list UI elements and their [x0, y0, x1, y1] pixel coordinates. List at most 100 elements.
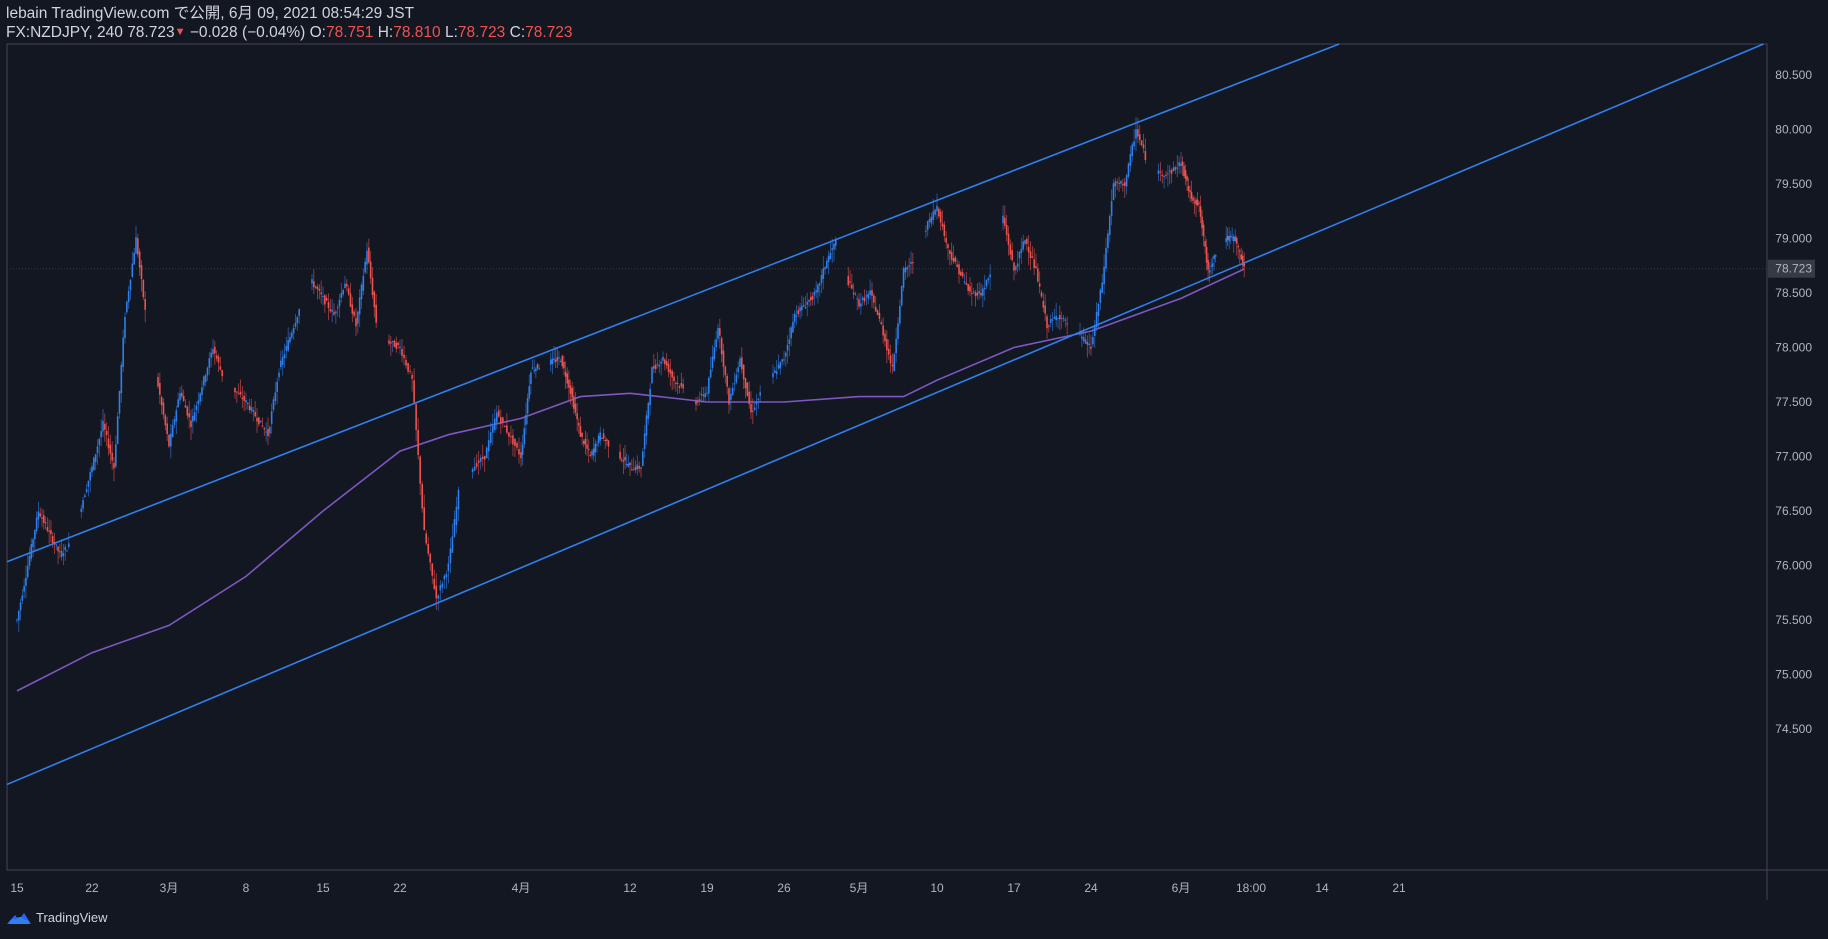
candle-body [439, 585, 442, 591]
candle-body [197, 400, 200, 405]
candle-body [168, 434, 170, 447]
candle-body [1127, 163, 1130, 177]
candle-body [1225, 238, 1227, 243]
price-tick-label: 78.500 [1775, 286, 1812, 300]
candle-body [954, 257, 957, 262]
candle-body [514, 438, 516, 446]
candle-body [278, 372, 280, 378]
candle-body [1138, 134, 1141, 141]
candle-body [750, 403, 752, 413]
candle-body [417, 429, 419, 456]
candle-body [265, 431, 267, 433]
candle-body [1207, 260, 1209, 270]
candle-body [1038, 283, 1041, 287]
candle-body [947, 244, 949, 248]
price-tick-label: 77.500 [1775, 395, 1812, 409]
candle-body [606, 439, 608, 441]
candle-body [1176, 167, 1179, 169]
candle-body [471, 469, 474, 473]
candle-body [162, 402, 165, 415]
candle-body [48, 530, 50, 532]
candle-body [563, 362, 565, 369]
candle-body [658, 364, 661, 367]
candle-body [974, 292, 977, 297]
candle-body [781, 359, 783, 362]
price-tick-label: 77.000 [1775, 450, 1812, 464]
candle-body [318, 288, 321, 291]
candle-body [602, 433, 605, 439]
candle-body [157, 377, 159, 387]
candle-body [269, 426, 271, 434]
candle-body [742, 364, 745, 380]
candle-body [1144, 150, 1147, 161]
candle-body [815, 290, 817, 293]
candle-body [437, 595, 440, 599]
price-tick-label: 79.500 [1775, 177, 1812, 191]
candle-body [1131, 144, 1134, 157]
candle-body [829, 252, 832, 260]
candle-body [809, 297, 812, 301]
candle-body [487, 440, 490, 452]
time-tick-label: 10 [930, 881, 944, 895]
candle-body [199, 393, 201, 402]
last-price-label: 78.723 [1768, 259, 1815, 278]
candle-body [956, 264, 958, 267]
candle-body [512, 435, 514, 445]
candle-body [333, 312, 335, 315]
candle-body [122, 337, 124, 367]
candle-body [597, 435, 600, 444]
candle-body [1165, 174, 1167, 176]
candle-body [160, 397, 163, 406]
candle-body [1110, 201, 1113, 217]
candle-body [1097, 303, 1100, 316]
candles [16, 116, 1246, 632]
time-tick-label: 5月 [850, 881, 869, 895]
candle-body [797, 310, 800, 315]
candle-body [824, 267, 826, 270]
candle-body [753, 407, 756, 410]
candle-body [856, 298, 859, 300]
candle-body [329, 309, 332, 312]
candle-body [934, 209, 936, 215]
candle-body [728, 388, 730, 405]
candle-body [535, 368, 537, 372]
candle-body [93, 457, 95, 471]
candle-body [212, 349, 214, 355]
candle-body [287, 340, 289, 351]
price-tick-label: 75.000 [1775, 668, 1812, 682]
candle-body [1088, 343, 1090, 346]
candle-body [949, 250, 951, 254]
candle-body [863, 297, 866, 302]
moving-average [16, 268, 1245, 692]
price-chart[interactable]: 74.500 75.000 75.500 76.000 76.500 77.000 77.5… [0, 0, 1828, 939]
candle-body [401, 348, 403, 356]
candle-body [26, 565, 29, 578]
candle-body [419, 456, 421, 484]
candle-body [219, 366, 222, 370]
candle-body [735, 374, 738, 383]
candle-body [451, 536, 454, 553]
candle-body [107, 438, 110, 449]
candle-body [1051, 319, 1054, 321]
last-price-label-text: 78.723 [1775, 262, 1812, 276]
candle-body [1163, 175, 1165, 177]
footer[interactable]: TradingView [6, 910, 108, 925]
candle-body [876, 310, 879, 315]
candle-body [808, 299, 810, 302]
candle-body [164, 415, 167, 426]
candle-body [431, 563, 434, 576]
candle-body [895, 338, 897, 354]
candle-body [184, 405, 187, 408]
trend-channel[interactable] [6, 43, 1764, 786]
candle-body [1082, 337, 1085, 341]
price-axis[interactable]: 74.500 75.000 75.500 76.000 76.500 77.000 77.5… [1775, 68, 1812, 736]
candle-body [653, 366, 655, 369]
time-axis[interactable]: 15 22 3月 8 15 22 4月 12 19 26 5月 10 17 24 6月 18:00 14 21 [10, 881, 1406, 895]
candle-body [1122, 183, 1124, 186]
candle-body [516, 442, 518, 448]
candle-body [891, 364, 894, 367]
candle-body [1186, 176, 1188, 181]
price-tick-label: 79.000 [1775, 232, 1812, 246]
candle-body [64, 546, 67, 550]
candle-body [137, 238, 139, 255]
